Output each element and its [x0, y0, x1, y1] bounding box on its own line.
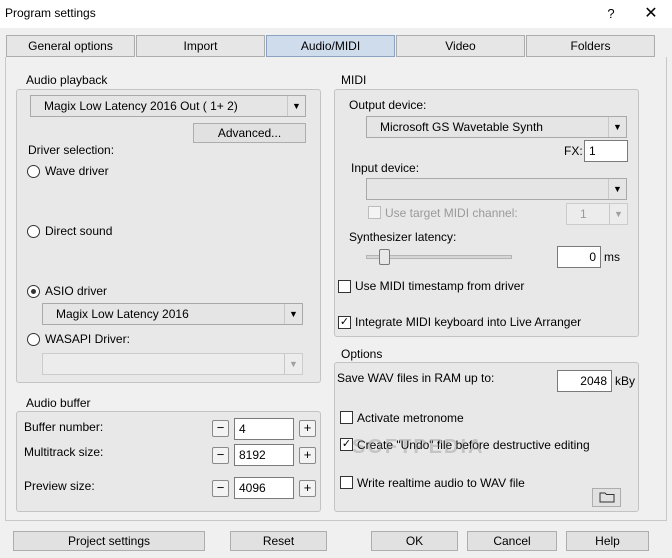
- wasapi-driver-radio[interactable]: [27, 333, 40, 346]
- write-realtime-checkbox[interactable]: [340, 476, 353, 489]
- preview-size-label: Preview size:: [24, 479, 95, 493]
- buffer-number-plus-button[interactable]: +: [299, 420, 316, 437]
- help-button[interactable]: Help: [566, 531, 649, 551]
- synth-latency-label: Synthesizer latency:: [349, 230, 457, 244]
- midi-title: MIDI: [341, 73, 367, 87]
- use-target-channel-checkbox[interactable]: [368, 206, 381, 219]
- save-wav-unit: kBy: [615, 374, 636, 388]
- target-channel-dropdown[interactable]: 1 ▼: [566, 203, 628, 225]
- fx-label: FX:: [564, 144, 583, 158]
- help-icon[interactable]: ?: [600, 4, 622, 24]
- driver-selection-label: Driver selection:: [28, 143, 115, 157]
- chevron-down-icon: ▼: [287, 96, 305, 116]
- preview-size-minus-button[interactable]: −: [212, 480, 229, 497]
- synth-latency-unit: ms: [604, 250, 620, 264]
- cancel-button[interactable]: Cancel: [467, 531, 557, 551]
- output-device-dropdown[interactable]: Microsoft GS Wavetable Synth ▼: [366, 116, 627, 138]
- asio-driver-label: ASIO driver: [45, 284, 108, 298]
- asio-device-value: Magix Low Latency 2016: [56, 307, 189, 321]
- advanced-button[interactable]: Advanced...: [193, 123, 306, 143]
- activate-metronome-label: Activate metronome: [357, 411, 464, 425]
- tab-audio-midi[interactable]: Audio/MIDI: [266, 35, 395, 57]
- output-device-label: Output device:: [349, 98, 427, 112]
- buffer-number-label: Buffer number:: [24, 420, 104, 434]
- wave-driver-label: Wave driver: [45, 164, 109, 178]
- close-icon[interactable]: ✕: [640, 4, 662, 24]
- chevron-down-icon: ▼: [608, 117, 626, 137]
- buffer-number-minus-button[interactable]: −: [212, 420, 229, 437]
- asio-device-dropdown[interactable]: Magix Low Latency 2016 ▼: [42, 303, 303, 325]
- asio-driver-radio[interactable]: [27, 285, 40, 298]
- options-title: Options: [341, 347, 383, 361]
- integrate-keyboard-label: Integrate MIDI keyboard into Live Arrang…: [355, 315, 582, 329]
- multitrack-size-plus-button[interactable]: +: [299, 447, 316, 464]
- wave-driver-radio[interactable]: [27, 165, 40, 178]
- tab-import[interactable]: Import: [136, 35, 265, 57]
- title-bar: Program settings ? ✕: [0, 0, 672, 28]
- direct-sound-label: Direct sound: [45, 224, 113, 238]
- target-channel-value: 1: [580, 207, 587, 221]
- preview-size-input[interactable]: 4096: [234, 477, 294, 499]
- audio-playback-title: Audio playback: [26, 73, 108, 87]
- save-wav-input[interactable]: 2048: [557, 370, 612, 392]
- tab-folders[interactable]: Folders: [526, 35, 655, 57]
- input-device-label: Input device:: [351, 161, 420, 175]
- save-wav-label: Save WAV files in RAM up to:: [337, 371, 495, 385]
- chevron-down-icon: ▼: [284, 354, 302, 374]
- output-device-value: Microsoft GS Wavetable Synth: [380, 120, 543, 134]
- wasapi-device-dropdown[interactable]: ▼: [42, 353, 303, 375]
- window-title: Program settings: [5, 6, 96, 20]
- activate-metronome-checkbox[interactable]: [340, 411, 353, 424]
- use-timestamp-checkbox[interactable]: [338, 280, 351, 293]
- direct-sound-radio[interactable]: [27, 225, 40, 238]
- integrate-keyboard-checkbox[interactable]: ✓: [338, 316, 351, 329]
- project-settings-button[interactable]: Project settings: [13, 531, 205, 551]
- ok-button[interactable]: OK: [371, 531, 458, 551]
- tab-general-options[interactable]: General options: [6, 35, 135, 57]
- browse-folder-button[interactable]: [592, 488, 621, 507]
- watermark: SOFTPEDIA: [352, 436, 485, 458]
- multitrack-size-minus-button[interactable]: −: [212, 447, 229, 464]
- wasapi-driver-label: WASAPI Driver:: [45, 332, 130, 346]
- chevron-down-icon: ▼: [608, 179, 626, 199]
- write-realtime-label: Write realtime audio to WAV file: [357, 476, 525, 490]
- audio-buffer-title: Audio buffer: [26, 396, 91, 410]
- synth-latency-slider-thumb[interactable]: [379, 249, 390, 265]
- chevron-down-icon: ▼: [284, 304, 302, 324]
- reset-button[interactable]: Reset: [230, 531, 327, 551]
- chevron-down-icon: ▼: [609, 204, 627, 224]
- use-target-channel-label: Use target MIDI channel:: [385, 206, 518, 220]
- playback-device-dropdown[interactable]: Magix Low Latency 2016 Out ( 1+ 2) ▼: [30, 95, 306, 117]
- preview-size-plus-button[interactable]: +: [299, 480, 316, 497]
- use-timestamp-label: Use MIDI timestamp from driver: [355, 279, 525, 293]
- synth-latency-input[interactable]: 0: [557, 246, 601, 268]
- multitrack-size-input[interactable]: 8192: [234, 444, 294, 466]
- playback-device-value: Magix Low Latency 2016 Out ( 1+ 2): [44, 99, 238, 113]
- folder-icon: [599, 492, 614, 503]
- buffer-number-input[interactable]: 4: [234, 418, 294, 440]
- input-device-dropdown[interactable]: ▼: [366, 178, 627, 200]
- fx-input[interactable]: 1: [584, 140, 628, 162]
- tab-video[interactable]: Video: [396, 35, 525, 57]
- multitrack-size-label: Multitrack size:: [24, 445, 104, 459]
